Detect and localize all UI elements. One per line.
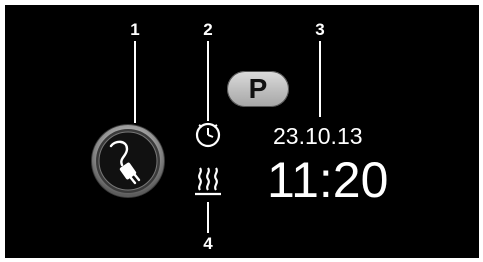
climate-indicator <box>193 166 223 198</box>
callout-2: 2 <box>203 20 213 39</box>
plug-icon <box>91 124 165 198</box>
display-screen: 1 2 3 4 P 23.10.13 11:20 <box>5 5 479 258</box>
leader-line-2 <box>207 41 209 121</box>
callout-1: 1 <box>130 20 140 39</box>
date-display: 23.10.13 <box>273 123 363 149</box>
heat-waves-icon <box>195 167 221 196</box>
leader-line-3 <box>319 41 321 117</box>
charging-status-badge <box>89 122 167 200</box>
timer-indicator <box>193 120 223 150</box>
clock-icon <box>195 122 221 148</box>
leader-line-1 <box>134 41 136 123</box>
park-gear-button[interactable]: P <box>227 71 289 107</box>
callout-4: 4 <box>203 234 213 253</box>
callout-3: 3 <box>315 20 325 39</box>
leader-line-4 <box>207 202 209 233</box>
time-display: 11:20 <box>267 152 389 208</box>
